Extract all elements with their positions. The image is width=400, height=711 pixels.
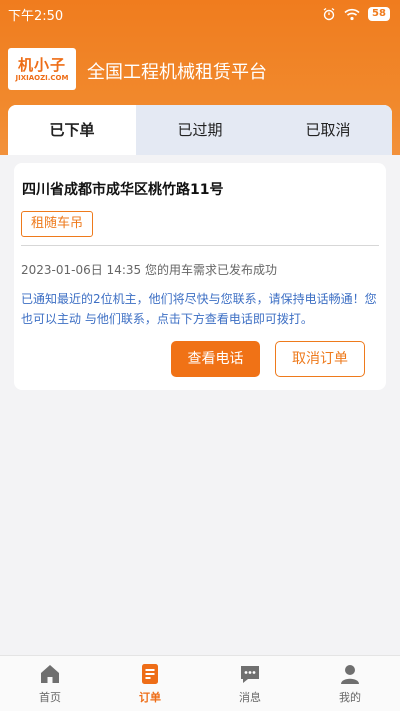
status-time: 下午2:50 xyxy=(8,8,64,24)
nav-messages-label: 消息 xyxy=(239,691,261,704)
app-logo: 机小子 JIXIAOZI.COM xyxy=(8,48,76,90)
nav-orders-label: 订单 xyxy=(139,691,161,704)
nav-orders[interactable]: 订单 xyxy=(100,656,200,711)
order-type-tag: 租随车吊 xyxy=(21,211,94,237)
alarm-icon xyxy=(323,7,335,21)
order-address: 四川省成都市成华区桃竹路11号 xyxy=(22,182,224,198)
nav-profile[interactable]: 我的 xyxy=(300,656,400,711)
order-card: 四川省成都市成华区桃竹路11号 租随车吊 2023-01-06日 14:35 您… xyxy=(14,163,386,390)
view-phone-button[interactable]: 查看电话 xyxy=(171,341,260,377)
tab-expired[interactable]: 已过期 xyxy=(136,105,264,155)
nav-messages[interactable]: 消息 xyxy=(200,656,300,711)
message-icon xyxy=(241,666,259,683)
app-title: 全国工程机械租赁平台 xyxy=(87,62,267,83)
bottom-nav: 首页 订单 消息 我的 xyxy=(0,655,400,711)
order-tabs: 已下单 已过期 已取消 xyxy=(8,105,392,155)
wifi-icon xyxy=(344,8,360,20)
nav-home-label: 首页 xyxy=(39,691,61,704)
cancel-order-button[interactable]: 取消订单 xyxy=(275,341,365,377)
nav-profile-label: 我的 xyxy=(339,691,361,704)
nav-home[interactable]: 首页 xyxy=(0,656,100,711)
user-icon xyxy=(341,665,359,684)
divider xyxy=(21,245,379,246)
home-icon xyxy=(41,665,59,683)
tab-cancelled[interactable]: 已取消 xyxy=(264,105,392,155)
tab-ordered[interactable]: 已下单 xyxy=(8,105,136,155)
order-icon xyxy=(142,664,158,684)
order-notice-message: 已通知最近的2位机主，他们将尽快与您联系，请保持电话畅通！您也可以主动 与他们联… xyxy=(21,292,377,326)
battery-icon: 58 xyxy=(368,7,390,21)
order-status-line: 2023-01-06日 14:35 您的用车需求已发布成功 xyxy=(21,263,277,277)
tabs-panel: 已下单 已过期 已取消 xyxy=(8,105,392,155)
status-bar: 下午2:50 58 xyxy=(0,0,400,28)
